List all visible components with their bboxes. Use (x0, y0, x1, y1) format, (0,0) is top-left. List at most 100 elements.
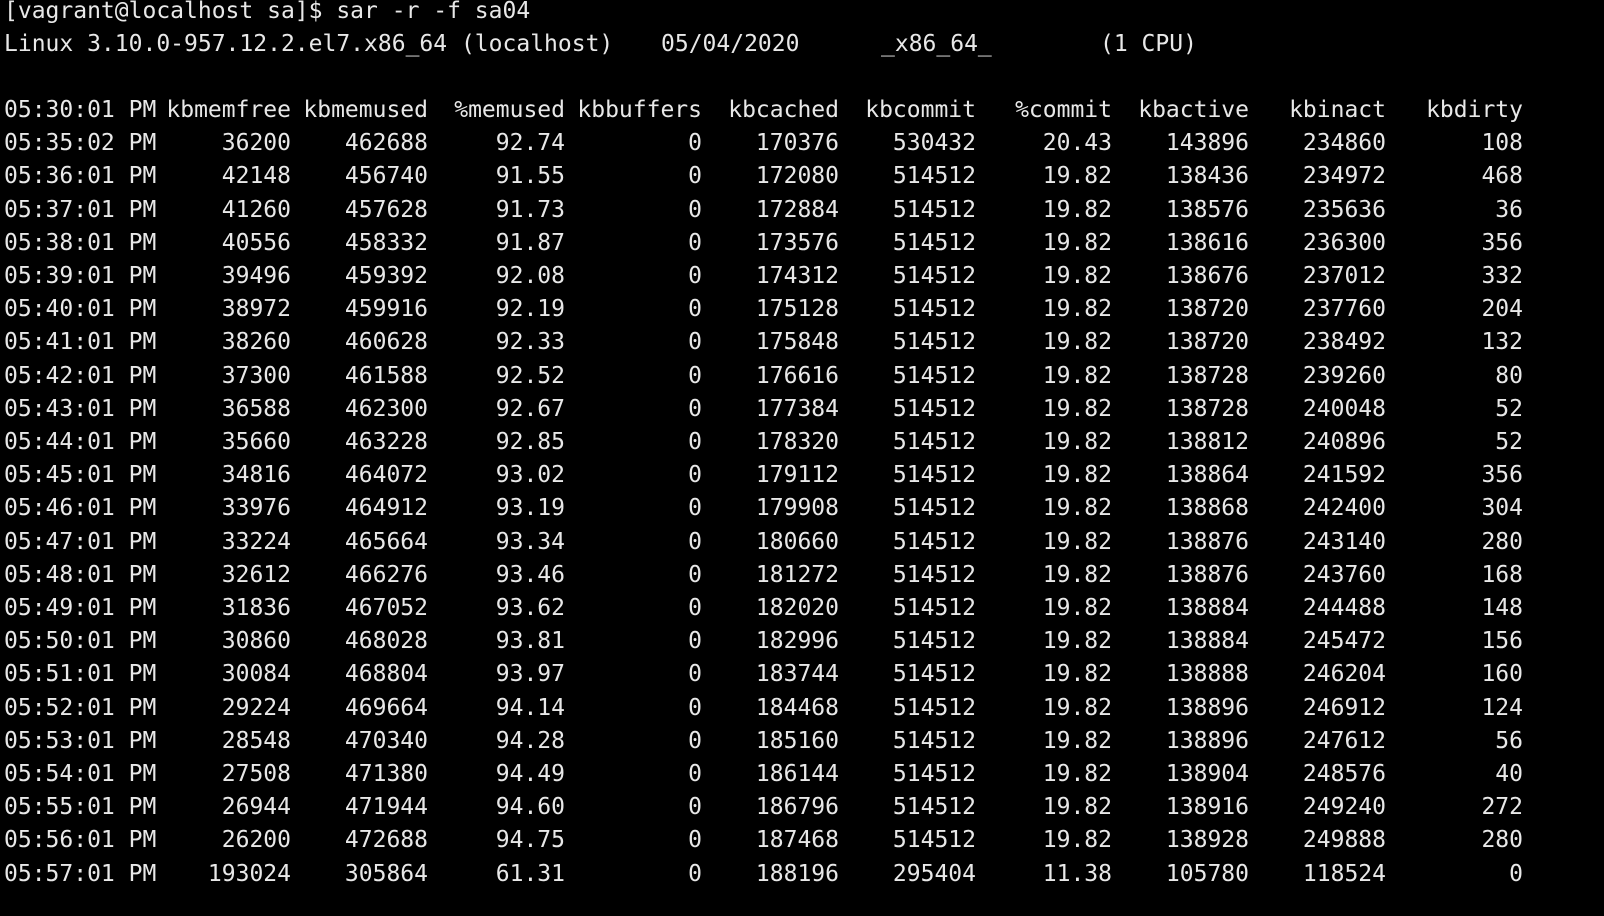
table-cell: 356 (1481, 462, 1523, 489)
table-cell: 248576 (1302, 761, 1386, 787)
table-cell: 138888 (1165, 661, 1249, 688)
table-cell: 472688 (344, 827, 428, 854)
table-cell: 19.82 (1042, 296, 1112, 323)
table-cell: 05:45:01 PM (4, 462, 157, 489)
table-cell: 37300 (221, 362, 291, 389)
table-cell: 19.82 (1042, 827, 1112, 854)
terminal-window[interactable]: [vagrant@localhost sa]$ sar -r -f sa04 L… (0, 0, 1604, 916)
table-cell: 19.82 (1042, 595, 1112, 621)
table-cell: 0 (688, 229, 702, 256)
table-cell: 459916 (344, 296, 428, 323)
table-cell: 179908 (755, 495, 839, 522)
table-cell: 05:53:01 PM (4, 727, 157, 754)
table-cell: 462688 (344, 130, 428, 157)
column-header: kbinact (1289, 97, 1386, 123)
table-cell: 173576 (755, 229, 839, 256)
table-cell: 457628 (344, 196, 428, 223)
cpu-count: (1 CPU) (1100, 31, 1197, 57)
table-cell: 514512 (892, 761, 976, 787)
table-cell: 241592 (1302, 462, 1386, 489)
table-cell: 0 (688, 761, 702, 787)
table-cell: 0 (688, 628, 702, 655)
table-cell: 138896 (1165, 727, 1249, 754)
table-cell: 0 (688, 561, 702, 588)
table-cell: 0 (688, 362, 702, 389)
table-cell: 234860 (1302, 130, 1386, 157)
table-cell: 138876 (1165, 528, 1249, 555)
table-cell: 237012 (1302, 263, 1386, 289)
table-cell: 19.82 (1042, 495, 1112, 522)
table-cell: 174312 (755, 263, 839, 289)
table-cell: 92.33 (495, 329, 565, 356)
table-cell: 182996 (755, 628, 839, 655)
table-cell: 05:47:01 PM (4, 528, 157, 555)
table-cell: 92.67 (495, 395, 565, 422)
table-cell: 239260 (1302, 362, 1386, 389)
table-cell: 36588 (221, 395, 291, 422)
table-cell: 19.82 (1042, 628, 1112, 655)
table-cell: 0 (688, 495, 702, 522)
table-header-row: 05:30:01 PM kbmemfree kbmemused %memused kbb… (0, 94, 1604, 127)
table-row: 05:57:01 PM 193024 305864 61.31 0 188196 29540… (0, 858, 1604, 891)
table-cell: 181272 (755, 561, 839, 588)
table-cell: 05:38:01 PM (4, 229, 157, 256)
table-cell: 332 (1481, 263, 1523, 289)
table-cell: 38260 (221, 329, 291, 356)
table-cell: 514512 (892, 727, 976, 754)
table-cell: 0 (688, 163, 702, 190)
table-cell: 19.82 (1042, 163, 1112, 190)
table-cell: 0 (688, 794, 702, 821)
table-cell: 470340 (344, 727, 428, 754)
table-cell: 0 (688, 130, 702, 157)
table-cell: 305864 (344, 860, 428, 887)
table-cell: 34816 (221, 462, 291, 489)
table-cell: 238492 (1302, 329, 1386, 356)
table-cell: 05:37:01 PM (4, 196, 157, 223)
table-cell: 459392 (344, 263, 428, 289)
table-cell: 138916 (1165, 794, 1249, 821)
table-cell: 138864 (1165, 462, 1249, 489)
table-cell: 31836 (221, 595, 291, 621)
table-cell: 92.08 (495, 263, 565, 289)
table-cell: 0 (688, 329, 702, 356)
table-cell: 94.49 (495, 761, 565, 787)
table-cell: 514512 (892, 395, 976, 422)
table-cell: 204 (1481, 296, 1523, 323)
table-cell: 91.73 (495, 196, 565, 223)
table-cell: 05:52:01 PM (4, 694, 157, 721)
table-cell: 0 (688, 196, 702, 223)
table-cell: 177384 (755, 395, 839, 422)
table-row: 05:37:01 PM 41260 457628 91.73 0 172884 514512… (0, 194, 1604, 227)
table-cell: 52 (1495, 395, 1523, 422)
table-cell: 467052 (344, 595, 428, 621)
table-cell: 29224 (221, 694, 291, 721)
column-header: %commit (1015, 97, 1112, 123)
table-cell: 246912 (1302, 694, 1386, 721)
table-cell: 514512 (892, 229, 976, 256)
table-cell: 05:48:01 PM (4, 561, 157, 588)
column-header: kbcached (728, 97, 839, 123)
table-cell: 280 (1481, 827, 1523, 854)
table-cell: 0 (688, 528, 702, 555)
table-cell: 464912 (344, 495, 428, 522)
table-cell: 471380 (344, 761, 428, 787)
table-cell: 93.62 (495, 595, 565, 621)
table-cell: 514512 (892, 495, 976, 522)
report-date: 05/04/2020 (661, 31, 800, 57)
table-cell: 05:42:01 PM (4, 362, 157, 389)
table-cell: 304 (1481, 495, 1523, 522)
table-cell: 175848 (755, 329, 839, 356)
table-cell: 138884 (1165, 595, 1249, 621)
table-cell: 52 (1495, 429, 1523, 455)
table-cell: 458332 (344, 229, 428, 256)
table-cell: 242400 (1302, 495, 1386, 522)
column-header: 05:30:01 PM (4, 97, 157, 123)
table-row: 05:44:01 PM 35660 463228 92.85 0 178320 514512… (0, 426, 1604, 459)
table-cell: 460628 (344, 329, 428, 356)
table-cell: 0 (688, 263, 702, 289)
table-cell: 118524 (1302, 860, 1386, 887)
table-cell: 138616 (1165, 229, 1249, 256)
table-cell: 93.02 (495, 462, 565, 489)
table-cell: 138576 (1165, 196, 1249, 223)
table-cell: 19.82 (1042, 362, 1112, 389)
